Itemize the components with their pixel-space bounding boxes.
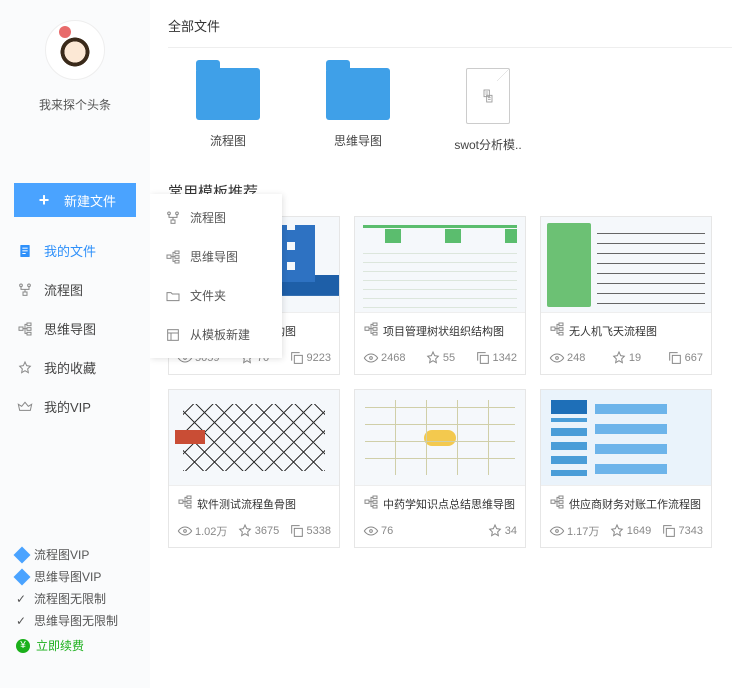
folder-item[interactable]: 流程图 [188,68,268,153]
sidebar-item-3[interactable]: 我的收藏 [0,348,150,387]
views: 1.17万 [549,523,599,539]
new-file-popup: 流程图思维导图文件夹从模板新建 [150,194,282,358]
mindmap-icon [177,494,193,513]
likes: 1649 [609,523,651,539]
sidebar-item-1[interactable]: 流程图 [0,270,150,309]
likes: 19 [611,350,641,366]
folder-icon [326,68,390,120]
renew-button[interactable]: ¥立即续费 [16,637,134,654]
copies: 9223 [289,350,331,366]
mindmap-icon [549,494,565,513]
template-card[interactable]: 项目管理树状组织结构图 2468 55 1342 [354,216,526,375]
flowchart-icon [164,210,182,226]
nav-label: 思维导图 [44,319,96,338]
sidebar-item-4[interactable]: 我的VIP [0,387,150,426]
folder-icon [164,288,182,304]
mindmap-icon [16,320,34,338]
star-icon [16,359,34,377]
new-file-button[interactable]: + 新建文件 [14,183,136,217]
copies: 7343 [661,523,703,539]
vip-mindmap: 思维导图VIP [16,568,134,585]
sidebar-item-2[interactable]: 思维导图 [0,309,150,348]
folder-icon [196,68,260,120]
template-thumbnail [541,217,711,313]
popup-item-1[interactable]: 思维导图 [150,237,282,276]
nav-label: 我的VIP [44,397,91,416]
template-title: 软件测试流程鱼骨图 [169,486,339,519]
file-icon [16,242,34,260]
vip-mindmap-unlimited: 思维导图无限制 [16,612,134,629]
vip-flowchart-unlimited: 流程图无限制 [16,590,134,607]
folder-label: 思维导图 [318,132,398,149]
flowchart-icon [16,281,34,299]
likes: 55 [425,350,455,366]
template-stats: 248 19 667 [541,346,711,374]
template-title: 无人机飞天流程图 [541,313,711,346]
popup-item-3[interactable]: 从模板新建 [150,315,282,354]
template-stats: 76 34 [355,519,525,547]
breadcrumb[interactable]: 全部文件 [168,16,732,48]
template-thumbnail [541,390,711,486]
new-file-label: 新建文件 [64,191,116,210]
folder-item[interactable]: 思维导图 [318,68,398,153]
nav-label: 流程图 [44,280,83,299]
template-title: 中药学知识点总结思维导图 [355,486,525,519]
mindmap-icon [363,321,379,340]
username: 我来探个头条 [0,96,150,113]
template-card[interactable]: 无人机飞天流程图 248 19 667 [540,216,712,375]
folder-item[interactable]: swot分析模.. [448,68,528,153]
template-card[interactable]: 中药学知识点总结思维导图 76 34 [354,389,526,548]
diamond-icon [14,568,31,585]
document-icon [466,68,510,124]
template-title: 供应商财务对账工作流程图 [541,486,711,519]
plus-icon: + [34,190,54,210]
mindmap-icon [549,321,565,340]
views: 248 [549,350,585,366]
vip-flowchart: 流程图VIP [16,546,134,563]
views: 76 [363,523,393,539]
template-thumbnail [355,217,525,313]
template-title: 项目管理树状组织结构图 [355,313,525,346]
mindmap-icon [164,249,182,265]
views: 2468 [363,350,405,366]
template-icon [164,327,182,343]
template-thumbnail [169,390,339,486]
views: 1.02万 [177,523,227,539]
folder-label: swot分析模.. [448,136,528,153]
likes: 3675 [237,523,279,539]
diamond-icon [14,546,31,563]
folder-label: 流程图 [188,132,268,149]
copies: 5338 [289,523,331,539]
template-card[interactable]: 供应商财务对账工作流程图 1.17万 1649 7343 [540,389,712,548]
mindmap-icon [363,494,379,513]
yen-icon: ¥ [16,639,30,653]
likes: 34 [487,523,517,539]
popup-item-0[interactable]: 流程图 [150,198,282,237]
template-thumbnail [355,390,525,486]
template-stats: 2468 55 1342 [355,346,525,374]
sidebar-item-0[interactable]: 我的文件 [0,231,150,270]
popup-item-2[interactable]: 文件夹 [150,276,282,315]
copies: 667 [667,350,703,366]
template-card[interactable]: 软件测试流程鱼骨图 1.02万 3675 5338 [168,389,340,548]
nav-label: 我的文件 [44,241,96,260]
avatar[interactable] [0,10,150,86]
template-stats: 1.02万 3675 5338 [169,519,339,547]
crown-icon [16,398,34,416]
template-stats: 1.17万 1649 7343 [541,519,711,547]
nav-label: 我的收藏 [44,358,96,377]
copies: 1342 [475,350,517,366]
